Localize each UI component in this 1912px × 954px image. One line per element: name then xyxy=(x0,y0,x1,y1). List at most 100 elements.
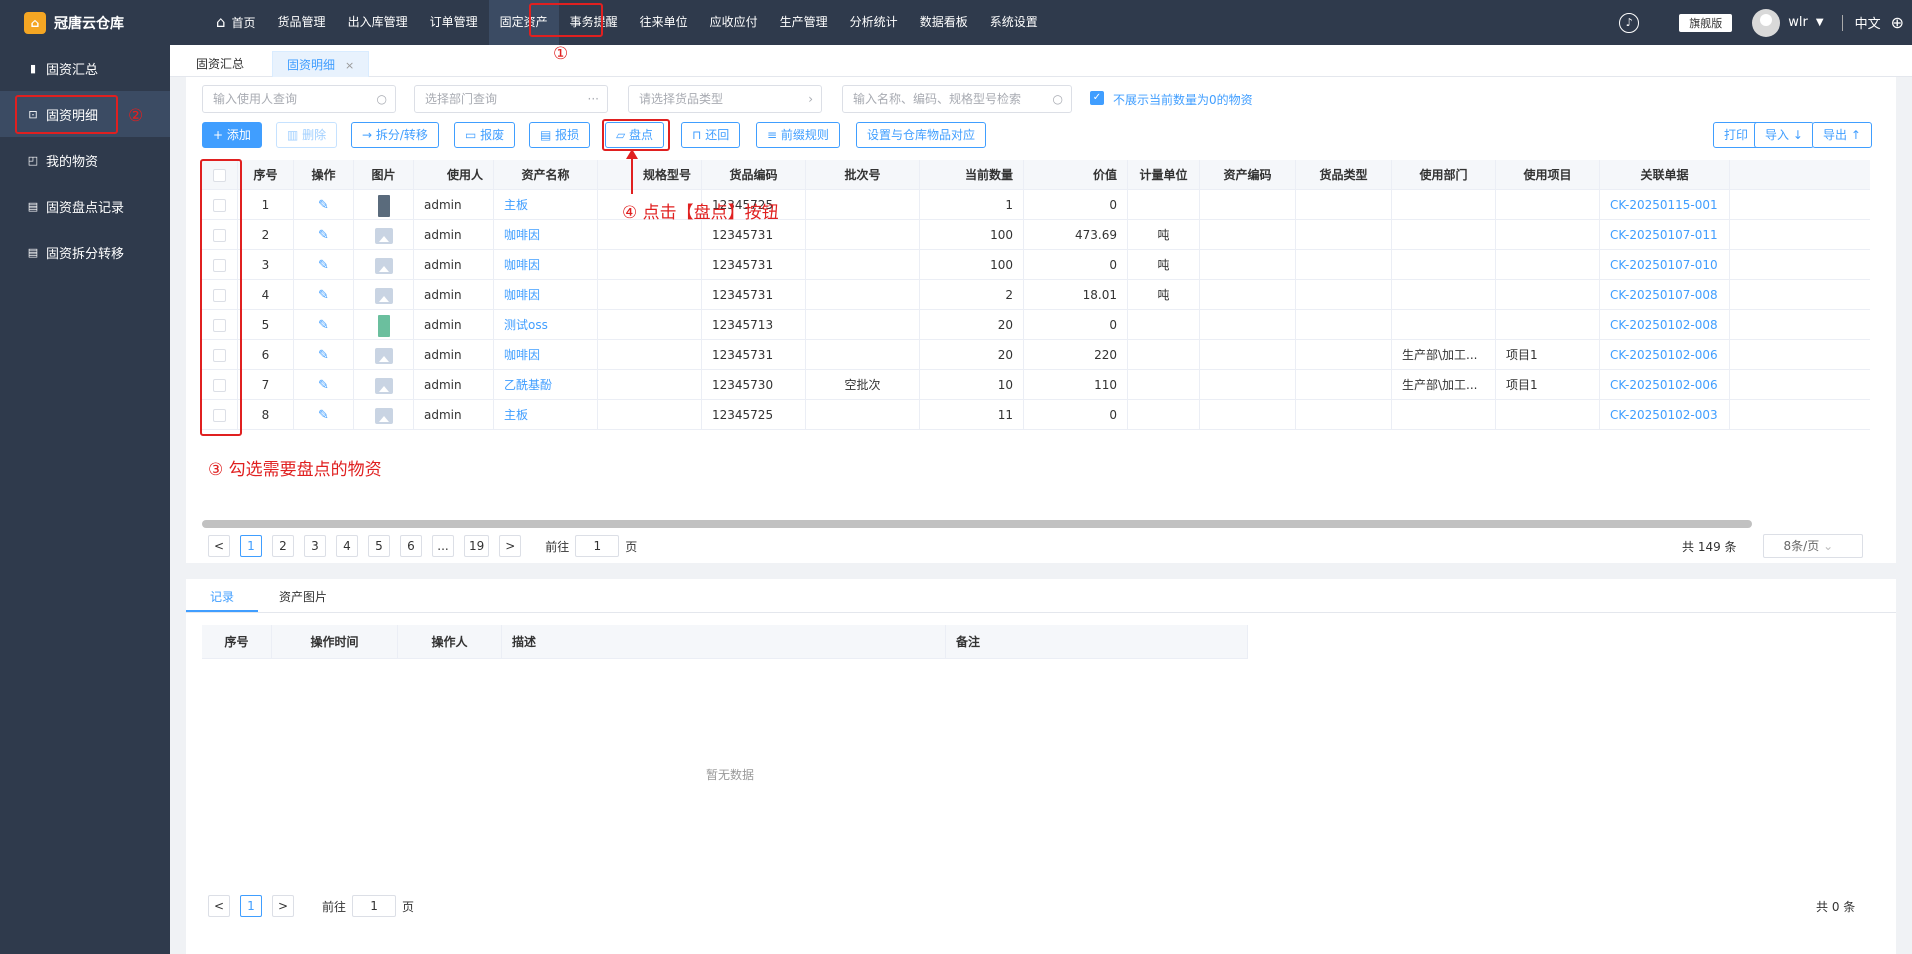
globe-icon[interactable]: ⊕ xyxy=(1891,13,1904,32)
username[interactable]: wlr xyxy=(1788,15,1808,30)
nav-goods[interactable]: 货品管理 xyxy=(267,0,337,45)
dept-select[interactable]: 选择部门查询 ··· xyxy=(414,85,608,113)
image-placeholder-icon[interactable] xyxy=(374,227,393,244)
language-switch[interactable]: 中文 xyxy=(1855,13,1881,32)
col-ref[interactable]: CK-20250107-010 xyxy=(1600,250,1730,280)
add-button[interactable]: + 添加 xyxy=(202,122,262,148)
goods-type-select[interactable]: 请选择货品类型 › xyxy=(628,85,822,113)
table-row[interactable]: 6 ✎ admin 咖啡因 12345731 20 220 生产部\加工... 项目1 CK-20… xyxy=(202,340,1870,370)
horizontal-scrollbar[interactable] xyxy=(202,520,1752,528)
close-icon[interactable]: × xyxy=(345,59,354,72)
loss-button[interactable]: ▤ 报损 xyxy=(529,122,591,148)
app-logo[interactable]: ⌂ 冠唐云仓库 xyxy=(0,0,170,45)
scrap-button[interactable]: ▭ 报废 xyxy=(454,122,516,148)
sidebar-item-split-transfer[interactable]: ▤ 固资拆分转移 xyxy=(0,229,170,275)
keyword-search-input[interactable]: 输入名称、编码、规格型号检索 ○ xyxy=(842,85,1072,113)
user-search-input[interactable]: 输入使用人查询 ○ xyxy=(202,85,396,113)
table-row[interactable]: 1 ✎ admin 主板 12345725 1 0 CK-20250115-001 xyxy=(202,190,1870,220)
sidebar-item-my-assets[interactable]: ◰ 我的物资 xyxy=(0,137,170,183)
asset-thumbnail[interactable] xyxy=(377,314,390,337)
sidebar-item-summary[interactable]: ▮ 固资汇总 xyxy=(0,45,170,91)
page-size-select[interactable]: 8条/页 ⌄ xyxy=(1762,534,1863,558)
nav-settings[interactable]: 系统设置 xyxy=(979,0,1049,45)
image-placeholder-icon[interactable] xyxy=(374,407,393,424)
edit-icon[interactable]: ✎ xyxy=(318,288,329,303)
import-button[interactable]: 导入 ↓ xyxy=(1754,122,1814,148)
delete-button[interactable]: ▥ 删除 xyxy=(276,122,338,148)
col-ref[interactable]: CK-20250107-008 xyxy=(1600,280,1730,310)
warehouse-mapping-button[interactable]: 设置与仓库物品对应 xyxy=(856,122,987,148)
col-asset-name[interactable]: 乙酰基酚 xyxy=(494,370,598,400)
page-2[interactable]: 2 xyxy=(272,535,294,557)
edit-icon[interactable]: ✎ xyxy=(318,378,329,393)
nav-analytics[interactable]: 分析统计 xyxy=(839,0,909,45)
col-asset-name[interactable]: 咖啡因 xyxy=(494,220,598,250)
col-ref[interactable]: CK-20250102-006 xyxy=(1600,340,1730,370)
image-placeholder-icon[interactable] xyxy=(374,287,393,304)
table-row[interactable]: 2 ✎ admin 咖啡因 12345731 100 473.69 吨 CK-20250107-… xyxy=(202,220,1870,250)
nav-partners[interactable]: 往来单位 xyxy=(629,0,699,45)
col-asset-name[interactable]: 咖啡因 xyxy=(494,250,598,280)
sidebar-item-inventory-records[interactable]: ▤ 固资盘点记录 xyxy=(0,183,170,229)
page-3[interactable]: 3 xyxy=(304,535,326,557)
prev-page-button[interactable]: < xyxy=(208,535,230,557)
col-ref[interactable]: CK-20250115-001 xyxy=(1600,190,1730,220)
tab-asset-images[interactable]: 资产图片 xyxy=(255,582,351,612)
edit-icon[interactable]: ✎ xyxy=(318,318,329,333)
notification-icon[interactable]: ♪ xyxy=(1619,12,1640,33)
page-19[interactable]: 19 xyxy=(464,535,490,557)
edit-icon[interactable]: ✎ xyxy=(318,408,329,423)
return-button[interactable]: ⊓ 还回 xyxy=(681,122,741,148)
split-transfer-button[interactable]: → 拆分/转移 xyxy=(351,122,439,148)
print-button[interactable]: 打印 xyxy=(1713,122,1760,148)
col-asset-name[interactable]: 咖啡因 xyxy=(494,280,598,310)
nav-production[interactable]: 生产管理 xyxy=(769,0,839,45)
nav-receivables[interactable]: 应收应付 xyxy=(699,0,769,45)
table-row[interactable]: 3 ✎ admin 咖啡因 12345731 100 0 吨 CK-20250107-010 xyxy=(202,250,1870,280)
page-5[interactable]: 5 xyxy=(368,535,390,557)
col-asset-name[interactable]: 咖啡因 xyxy=(494,340,598,370)
col-asset-name[interactable]: 主板 xyxy=(494,400,598,430)
caret-down-icon[interactable]: ▼ xyxy=(1816,17,1824,28)
page-6[interactable]: 6 xyxy=(400,535,422,557)
tab-records[interactable]: 记录 xyxy=(186,582,259,612)
page-1[interactable]: 1 xyxy=(240,895,262,917)
page-4[interactable]: 4 xyxy=(336,535,358,557)
edit-icon[interactable]: ✎ xyxy=(318,258,329,273)
col-ref[interactable]: CK-20250102-003 xyxy=(1600,400,1730,430)
next-page-button[interactable]: > xyxy=(272,895,294,917)
export-button[interactable]: 导出 ↑ xyxy=(1812,122,1872,148)
table-row[interactable]: 5 ✎ admin 测试oss 12345713 20 0 CK-20250102-008 xyxy=(202,310,1870,340)
hide-zero-label[interactable]: 不展示当前数量为0的物资 xyxy=(1113,91,1253,108)
goto-page-input[interactable]: 1 xyxy=(575,535,620,557)
page-1[interactable]: 1 xyxy=(240,535,262,557)
image-placeholder-icon[interactable] xyxy=(374,377,393,394)
image-placeholder-icon[interactable] xyxy=(374,347,393,364)
nav-stock-io[interactable]: 出入库管理 xyxy=(337,0,419,45)
image-placeholder-icon[interactable] xyxy=(374,257,393,274)
hide-zero-checkbox[interactable]: ✓ xyxy=(1090,91,1104,105)
col-asset-name[interactable]: 主板 xyxy=(494,190,598,220)
col-ref[interactable]: CK-20250102-006 xyxy=(1600,370,1730,400)
page-ellipsis[interactable]: ... xyxy=(432,535,454,557)
col-asset-name[interactable]: 测试oss xyxy=(494,310,598,340)
prev-page-button[interactable]: < xyxy=(208,895,230,917)
col-ref[interactable]: CK-20250102-008 xyxy=(1600,310,1730,340)
edit-icon[interactable]: ✎ xyxy=(318,348,329,363)
table-row[interactable]: 8 ✎ admin 主板 12345725 11 0 CK-20250102-003 xyxy=(202,400,1870,430)
nav-home[interactable]: 首页 xyxy=(205,0,267,45)
table-row[interactable]: 4 ✎ admin 咖啡因 12345731 2 18.01 吨 CK-20250107-008 xyxy=(202,280,1870,310)
edit-icon[interactable]: ✎ xyxy=(318,198,329,213)
avatar[interactable] xyxy=(1752,8,1781,37)
nav-orders[interactable]: 订单管理 xyxy=(419,0,489,45)
prefix-rule-button[interactable]: ≡ 前缀规则 xyxy=(756,122,840,148)
goto-page-input[interactable]: 1 xyxy=(352,895,397,917)
asset-thumbnail[interactable] xyxy=(377,194,390,217)
edit-icon[interactable]: ✎ xyxy=(318,228,329,243)
tab-summary[interactable]: 固资汇总 xyxy=(182,51,258,77)
tab-detail[interactable]: 固资明细 × xyxy=(272,51,370,77)
table-row[interactable]: 7 ✎ admin 乙酰基酚 12345730 空批次 10 110 生产部\加工... 项目1 C… xyxy=(202,370,1870,400)
col-ref[interactable]: CK-20250107-011 xyxy=(1600,220,1730,250)
next-page-button[interactable]: > xyxy=(499,535,522,557)
nav-dashboard[interactable]: 数据看板 xyxy=(909,0,979,45)
